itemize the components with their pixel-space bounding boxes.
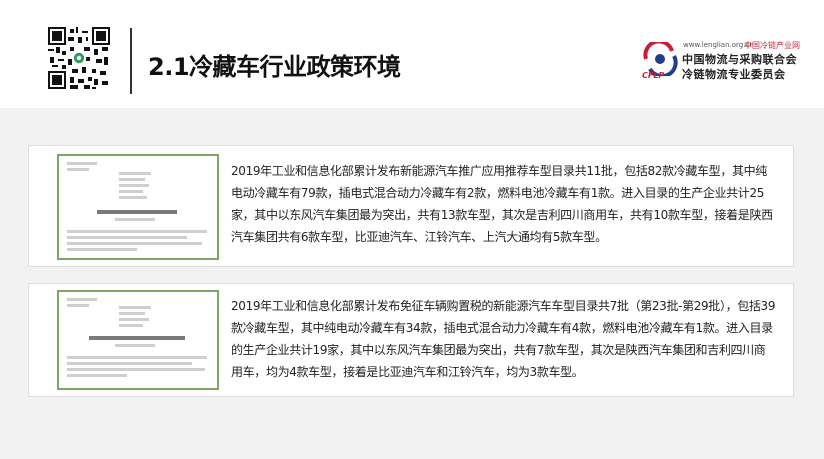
policy-card-2: 2019年工业和信息化部累计发布免征车辆购置税的新能源汽车车型目录共7批（第23… [28,283,794,397]
org-name-line2: 冷链物流专业委员会 [682,68,786,81]
policy-document-thumbnail[interactable] [57,154,219,260]
organization-block: CFLP www.lenglian.org.cn 中国冷链产业网 中国物流与采购… [640,38,816,88]
policy-document-thumbnail[interactable] [57,290,219,390]
qr-code-icon[interactable] [48,27,110,89]
org-name-line1: 中国物流与采购联合会 [682,53,797,66]
header-divider [130,28,132,94]
policy-paragraph-1: 2019年工业和信息化部累计发布新能源汽车推广应用推荐车型目录共11批，包括82… [231,164,773,244]
org-tagline: 中国冷链产业网 [744,41,800,50]
cflp-logo-text: CFLP [642,71,665,80]
policy-card-1: 2019年工业和信息化部累计发布新能源汽车推广应用推荐车型目录共11批，包括82… [28,145,794,267]
page-title: 2.1冷藏车行业政策环境 [148,53,401,81]
policy-paragraph-2: 2019年工业和信息化部累计发布免征车辆购置税的新能源汽车车型目录共7批（第23… [231,299,776,379]
header-bar: 2.1冷藏车行业政策环境 CFLP www.lenglian.org.cn 中国… [0,0,824,108]
